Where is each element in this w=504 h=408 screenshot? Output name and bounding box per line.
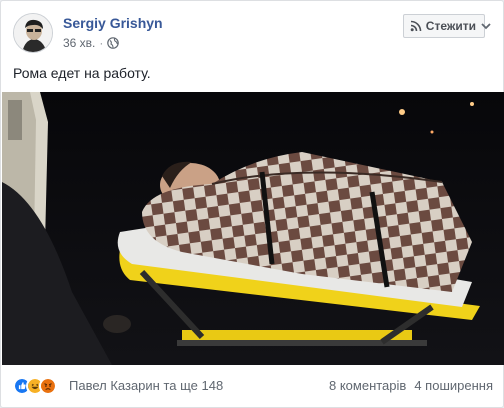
post-footer: Павел Казарин та ще 148 8 коментарів 4 п…	[13, 373, 493, 399]
post-time[interactable]: 36 хв.	[63, 36, 95, 50]
shares-count[interactable]: 4 поширення	[414, 378, 493, 393]
reaction-icons[interactable]	[13, 377, 57, 395]
post-text: Рома едет на работу.	[13, 65, 151, 81]
meta-separator: ·	[99, 36, 104, 50]
avatar-image	[14, 14, 52, 52]
author-name[interactable]: Sergiy Grishyn	[63, 15, 163, 31]
follow-label: Стежити	[425, 19, 476, 33]
engagement-counts: 8 коментарів 4 поширення	[329, 378, 493, 393]
post-photo[interactable]	[2, 92, 504, 365]
post-meta: 36 хв. ·	[63, 36, 120, 50]
chevron-down-icon[interactable]	[478, 18, 494, 34]
reactors-text[interactable]: Павел Казарин та ще 148	[69, 378, 223, 393]
rss-icon	[410, 20, 422, 32]
globe-icon[interactable]	[107, 37, 120, 49]
angry-icon	[39, 377, 57, 395]
photo-stretcher-scene	[2, 92, 504, 365]
follow-button[interactable]: Стежити	[402, 14, 491, 38]
post-card: Sergiy Grishyn 36 хв. · Стежити Рома еде…	[0, 0, 504, 408]
post-header: Sergiy Grishyn 36 хв. · Стежити	[13, 11, 493, 57]
comments-count[interactable]: 8 коментарів	[329, 378, 406, 393]
avatar[interactable]	[13, 13, 53, 53]
